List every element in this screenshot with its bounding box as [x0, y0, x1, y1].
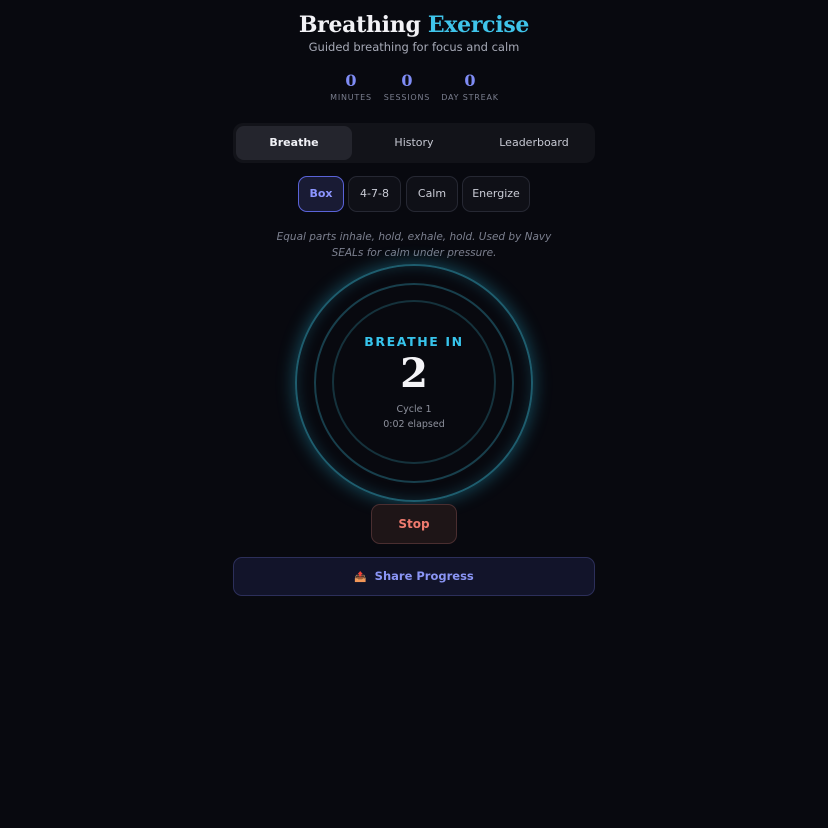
- pattern-energize-button[interactable]: Energize: [462, 176, 530, 212]
- app-title-word2: Exercise: [427, 12, 530, 38]
- tab-leaderboard[interactable]: Leaderboard: [476, 126, 592, 160]
- share-progress-button[interactable]: 📤 Share Progress: [233, 557, 595, 596]
- pattern-calm-button[interactable]: Calm: [406, 176, 458, 212]
- stat-day-streak: 0 DAY STREAK: [430, 71, 510, 103]
- app-title-word1: Breathing: [298, 12, 421, 38]
- cycle-counter: Cycle 1: [396, 404, 432, 415]
- tab-history[interactable]: History: [356, 126, 472, 160]
- pattern-box-button[interactable]: Box: [298, 176, 344, 212]
- app-subtitle: Guided breathing for focus and calm: [308, 40, 520, 54]
- stat-day-streak-label: DAY STREAK: [441, 93, 499, 102]
- stat-day-streak-value: 0: [464, 71, 476, 90]
- breath-phase-label: BREATHE IN: [364, 334, 464, 349]
- share-progress-label: Share Progress: [374, 569, 474, 583]
- pattern-description: Equal parts inhale, hold, exhale, hold. …: [276, 231, 552, 259]
- breath-countdown: 2: [400, 350, 428, 397]
- app-title: Breathing Exercise: [0, 12, 828, 38]
- elapsed-time: 0:02 elapsed: [383, 419, 445, 430]
- tab-bar: Breathe History Leaderboard: [233, 123, 595, 163]
- tab-breathe[interactable]: Breathe: [236, 126, 352, 160]
- share-icon: 📤: [354, 572, 367, 583]
- stop-button[interactable]: Stop: [371, 504, 457, 544]
- pattern-4-7-8-button[interactable]: 4-7-8: [348, 176, 401, 212]
